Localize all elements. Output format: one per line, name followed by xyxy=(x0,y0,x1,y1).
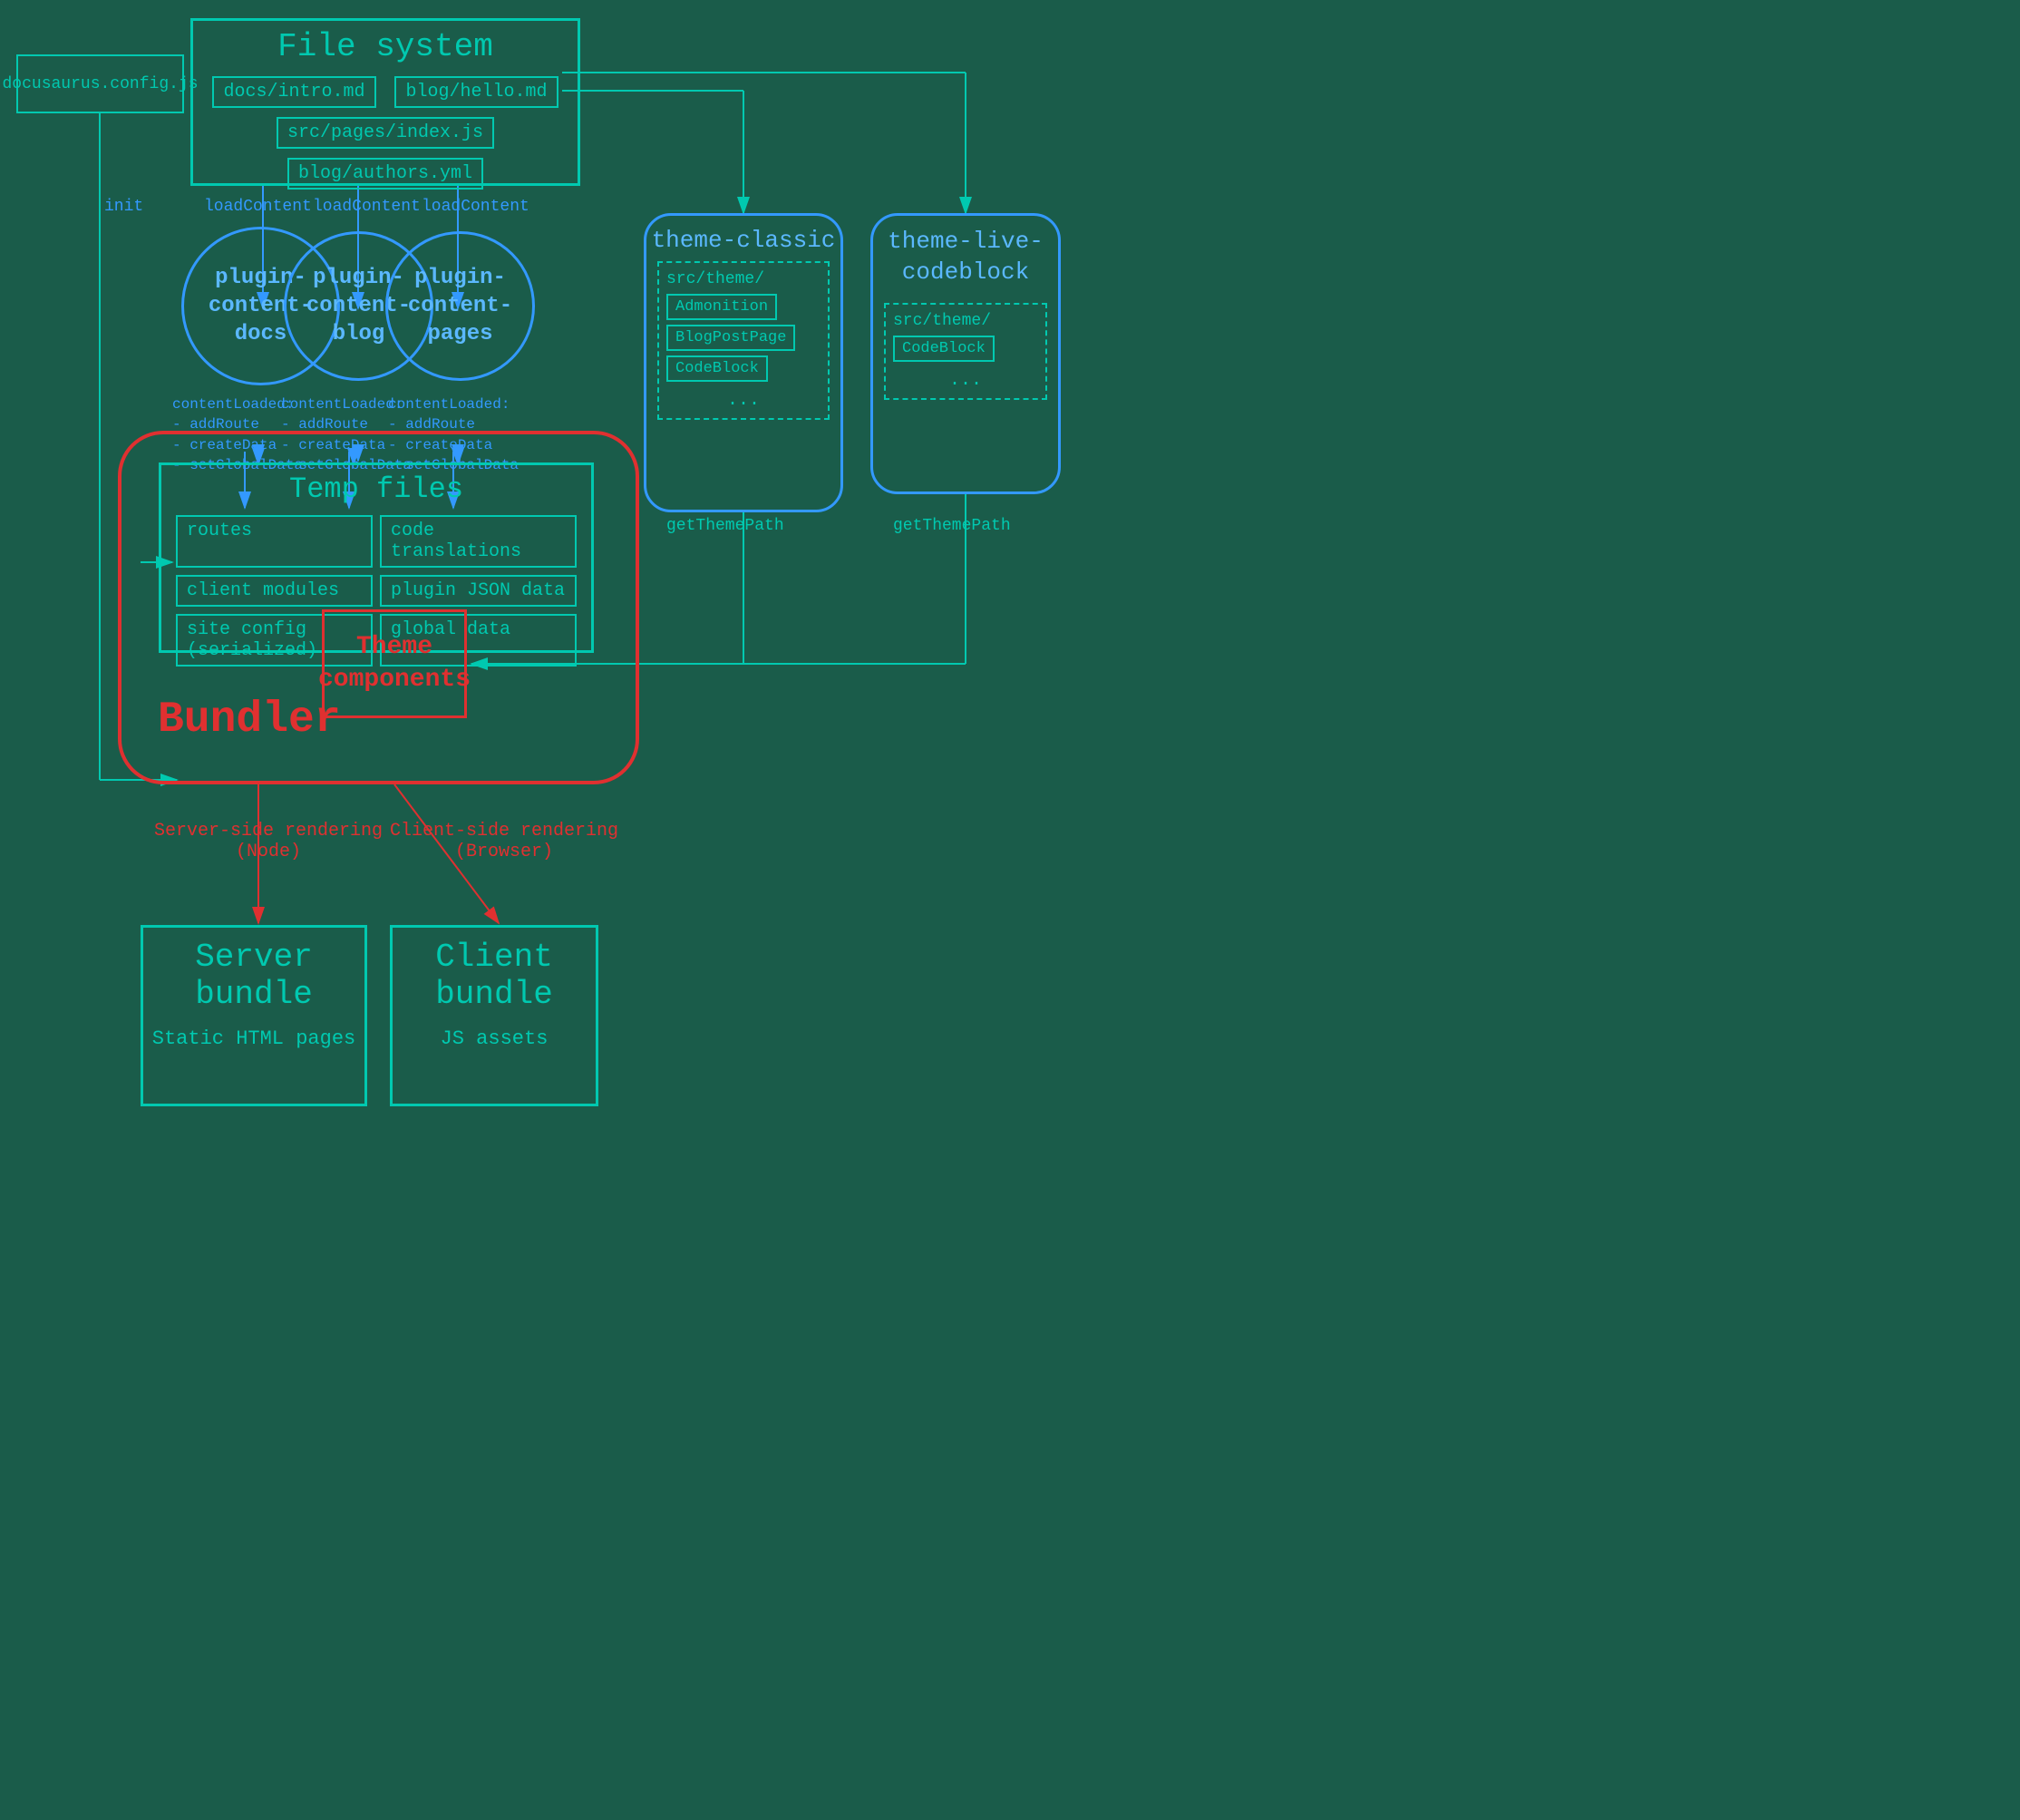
loadcontent-label-2: loadContent xyxy=(313,198,421,216)
client-bundle-box: Client bundle JS assets xyxy=(390,925,598,1106)
theme-live-inner: src/theme/ CodeBlock ... xyxy=(884,303,1047,400)
theme-classic-inner: src/theme/ Admonition BlogPostPage CodeB… xyxy=(657,261,830,420)
file-system-box: File system docs/intro.md blog/hello.md … xyxy=(190,18,580,186)
server-bundle-title: Server bundle xyxy=(143,939,364,1013)
blogpostpage-tag: BlogPostPage xyxy=(666,325,795,351)
getthemepath-label-1: getThemePath xyxy=(666,517,784,535)
temp-plugin-json: plugin JSON data xyxy=(380,575,577,607)
codeblock-tag: CodeBlock xyxy=(666,355,768,382)
config-box-label: docusaurus.config.js xyxy=(2,75,198,93)
client-bundle-subtitle: JS assets xyxy=(393,1027,596,1050)
file-system-files: docs/intro.md blog/hello.md src/pages/in… xyxy=(193,76,578,190)
init-label: init xyxy=(104,198,143,216)
server-bundle-subtitle: Static HTML pages xyxy=(143,1027,364,1050)
theme-components-box: Themecomponents xyxy=(322,609,467,718)
file-tag-0: docs/intro.md xyxy=(212,76,375,108)
server-bundle-box: Server bundle Static HTML pages xyxy=(141,925,367,1106)
theme-live-dots: ... xyxy=(893,370,1038,391)
server-side-label: Server-side rendering(Node) xyxy=(154,821,383,862)
theme-classic-box: theme-classic src/theme/ Admonition Blog… xyxy=(644,213,843,512)
loadcontent-label-1: loadContent xyxy=(204,198,312,216)
file-system-title: File system xyxy=(193,28,578,65)
temp-client-modules: client modules xyxy=(176,575,373,607)
loadcontent-label-3: loadContent xyxy=(422,198,529,216)
client-bundle-title: Client bundle xyxy=(393,939,596,1013)
client-side-label: Client-side rendering(Browser) xyxy=(390,821,618,862)
plugin-pages-circle: plugin-content-pages xyxy=(385,231,535,381)
theme-live-box: theme-live-codeblock src/theme/ CodeBloc… xyxy=(870,213,1061,494)
temp-code-translations: code translations xyxy=(380,515,577,568)
theme-classic-dots: ... xyxy=(666,390,821,411)
file-tag-1: blog/hello.md xyxy=(394,76,558,108)
theme-live-title: theme-live-codeblock xyxy=(873,227,1058,288)
plugin-pages-label: plugin-content-pages xyxy=(408,264,512,349)
theme-live-src: src/theme/ xyxy=(893,312,1038,330)
temp-routes: routes xyxy=(176,515,373,568)
theme-classic-title: theme-classic xyxy=(646,227,840,254)
getthemepath-label-2: getThemePath xyxy=(893,517,1011,535)
bundler-label: Bundler xyxy=(158,696,341,745)
admonition-tag: Admonition xyxy=(666,294,777,320)
config-box: docusaurus.config.js xyxy=(16,54,184,113)
theme-components-label: Themecomponents xyxy=(318,631,471,697)
theme-classic-src: src/theme/ xyxy=(666,270,821,288)
diagram-container: docusaurus.config.js File system docs/in… xyxy=(0,0,2020,1820)
file-tag-2: src/pages/index.js xyxy=(277,117,494,149)
temp-files-title: Temp files xyxy=(161,472,591,506)
codeblock-live-tag: CodeBlock xyxy=(893,336,995,362)
file-tag-3: blog/authors.yml xyxy=(287,158,483,190)
